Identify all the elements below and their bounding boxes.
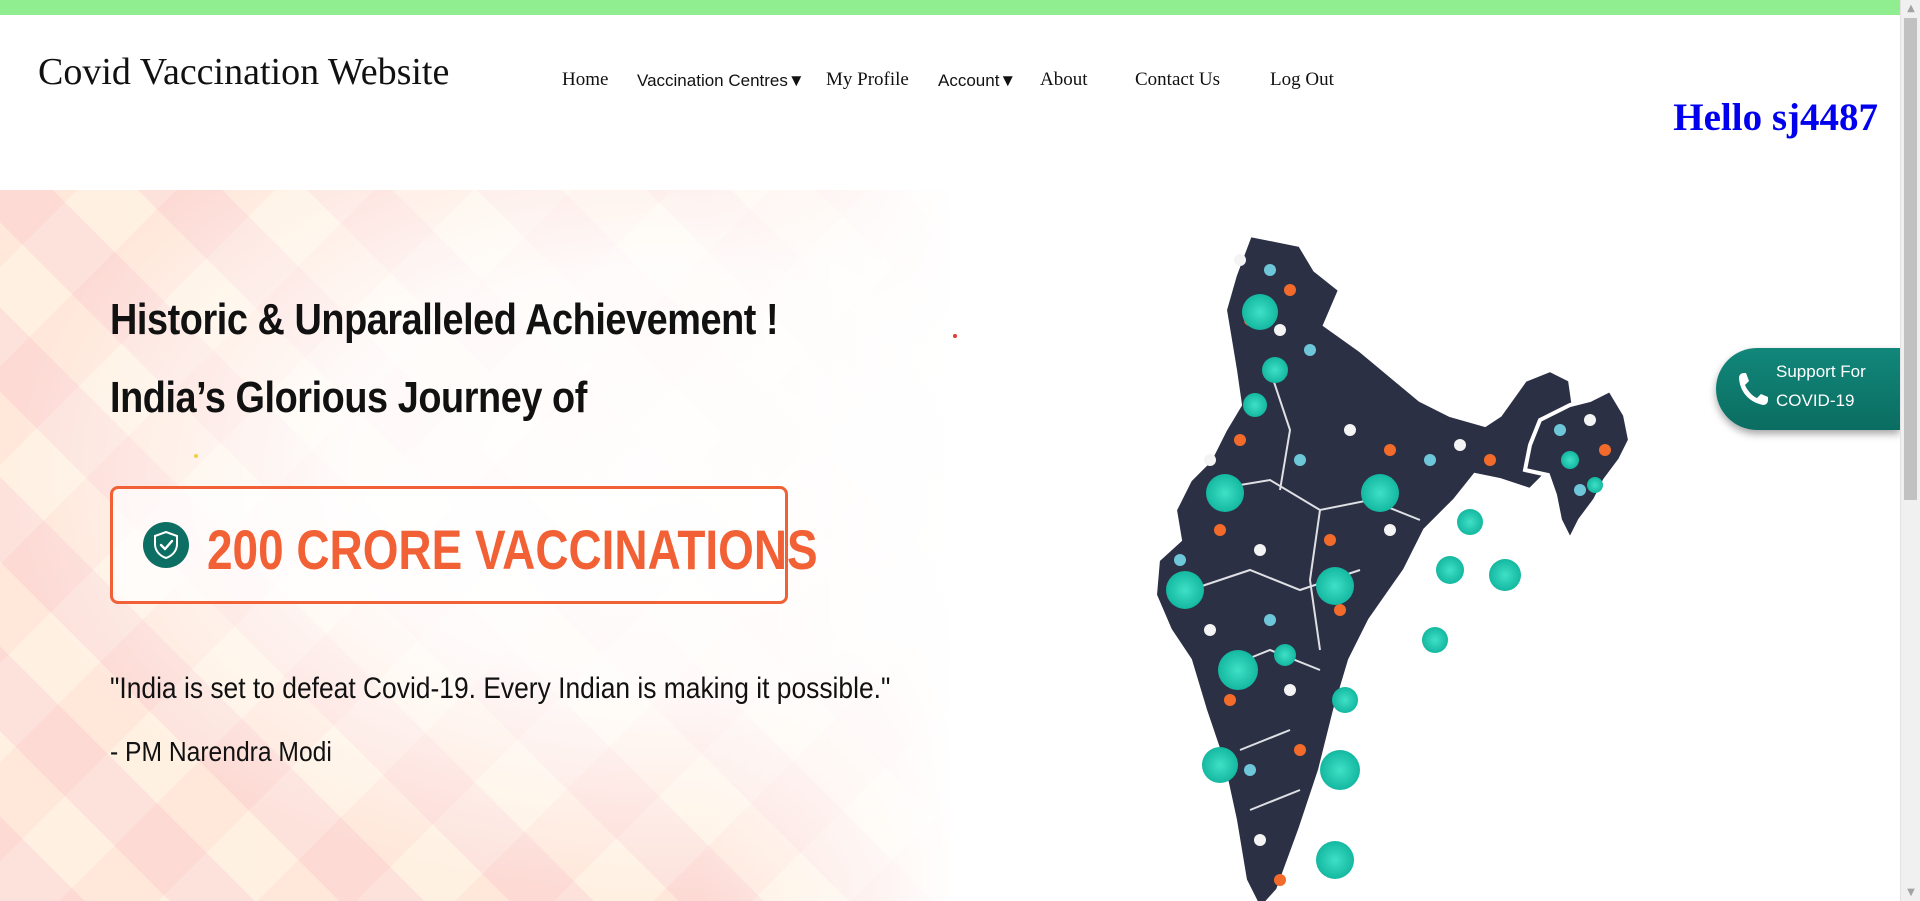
scrollbar-thumb[interactable]: [1904, 18, 1917, 500]
nav-home[interactable]: Home: [562, 69, 608, 91]
shield-check-icon: [143, 522, 189, 568]
milestone-box: 200 CRORE VACCINATIONS: [110, 486, 818, 604]
phone-icon: [1739, 373, 1768, 405]
nav-vaccination-centres[interactable]: Vaccination Centres▼: [637, 71, 805, 91]
navbar: Covid Vaccination Website Home Vaccinati…: [0, 0, 1900, 150]
pm-quote: "India is set to defeat Covid-19. Every …: [110, 672, 891, 705]
quote-author: - PM Narendra Modi: [110, 736, 332, 767]
scroll-down-arrow-icon[interactable]: ▼: [1901, 884, 1920, 901]
vertical-scrollbar[interactable]: ▲ ▼: [1900, 0, 1920, 901]
site-title: Covid Vaccination Website: [38, 51, 450, 93]
support-covid-button[interactable]: Support For COVID-19: [1716, 348, 1900, 430]
nav-log-out[interactable]: Log Out: [1270, 69, 1334, 91]
nav-my-profile[interactable]: My Profile: [826, 69, 909, 91]
hero-subheadline: India’s Glorious Journey of: [110, 373, 587, 422]
india-map-illustration: [1152, 232, 1633, 901]
nav-contact-us[interactable]: Contact Us: [1135, 69, 1220, 91]
nav-account[interactable]: Account▼: [938, 71, 1016, 91]
milestone-text: 200 CRORE VACCINATIONS: [207, 518, 818, 581]
support-line-2: COVID-19: [1776, 391, 1855, 410]
support-line-1: Support For: [1776, 362, 1866, 381]
user-greeting: Hello sj4487: [1673, 96, 1878, 139]
nav-about[interactable]: About: [1040, 69, 1088, 91]
hero-banner: Historic & Unparalleled Achievement ! In…: [0, 190, 1900, 901]
scroll-up-arrow-icon[interactable]: ▲: [1901, 0, 1920, 17]
hero-headline: Historic & Unparalleled Achievement !: [110, 295, 779, 344]
